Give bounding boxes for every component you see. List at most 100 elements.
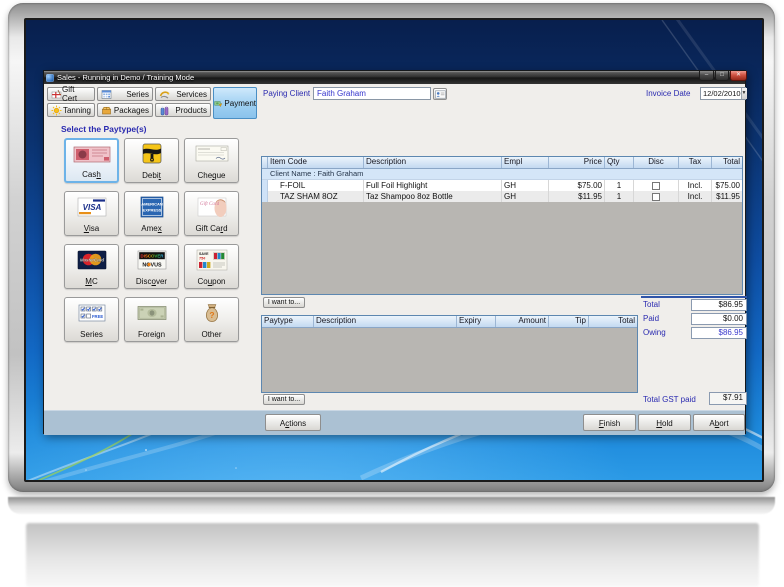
client-group-row: Client Name : Faith Graham bbox=[262, 169, 742, 180]
invoice-date-label: Invoice Date bbox=[646, 89, 691, 98]
toolbar-packages-button[interactable]: Packages bbox=[97, 103, 153, 117]
finish-button[interactable]: Finish bbox=[583, 414, 636, 431]
paytype-gift-card-label: Gift Card bbox=[195, 224, 228, 233]
discount-checkbox[interactable] bbox=[652, 192, 660, 201]
toolbar-gift-cert-label: Gift Cert bbox=[62, 85, 78, 103]
paytype-amex-label: Amex bbox=[141, 224, 162, 233]
paytype-foreign-button[interactable]: Foreign bbox=[124, 297, 179, 342]
items-header-total[interactable]: Total bbox=[712, 157, 742, 168]
tanning-sun-icon bbox=[51, 105, 62, 115]
paytype-cash-button[interactable]: Cash bbox=[64, 138, 119, 183]
app-icon bbox=[46, 73, 54, 82]
gift-card-icon: Gift Card bbox=[197, 197, 226, 217]
toolbar-services-label: Services bbox=[176, 89, 207, 99]
toolbar-services-button[interactable]: Services bbox=[155, 87, 211, 101]
svg-text:VISA: VISA bbox=[82, 203, 101, 212]
svg-text:SAVE: SAVE bbox=[199, 252, 209, 256]
paytype-debit-button[interactable]: Debit bbox=[124, 138, 179, 183]
series-checkboxes-icon: FREE bbox=[78, 304, 105, 322]
paytype-series-button[interactable]: FREE Series bbox=[64, 297, 119, 342]
products-bottles-icon bbox=[160, 105, 169, 115]
toolbar-payment-label: Payment bbox=[224, 98, 256, 108]
paytype-gift-card-button[interactable]: Gift Card Gift Card bbox=[184, 191, 239, 236]
items-header-qty[interactable]: Qty bbox=[605, 157, 634, 168]
amex-card-icon: AMERICAN EXPRESS bbox=[140, 196, 163, 218]
payments-header-expiry[interactable]: Expiry bbox=[457, 316, 496, 327]
items-header-disc[interactable]: Disc bbox=[634, 157, 679, 168]
paytype-cash-label: Cash bbox=[82, 170, 101, 179]
dropdown-arrow-icon[interactable]: ▼ bbox=[740, 88, 747, 99]
paytype-mc-button[interactable]: MasterCard MC bbox=[64, 244, 119, 289]
item-qty-cell: 1 bbox=[605, 180, 634, 191]
paytype-amex-button[interactable]: AMERICAN EXPRESS Amex bbox=[124, 191, 179, 236]
item-total-cell: $75.00 bbox=[715, 181, 740, 190]
window-titlebar: Sales - Running in Demo / Training Mode bbox=[44, 71, 745, 84]
payments-table-header: Paytype Description Expiry Amount Tip To… bbox=[262, 316, 637, 328]
payments-i-want-to-button[interactable]: I want to... bbox=[263, 394, 305, 405]
gift-cert-icon bbox=[51, 89, 62, 98]
close-button[interactable]: ✕ bbox=[730, 71, 747, 81]
monitor-reflection bbox=[26, 523, 759, 587]
item-row[interactable]: F-FOIL Full Foil Highlight GH $75.00 1 I… bbox=[262, 180, 742, 191]
items-header-description[interactable]: Description bbox=[364, 157, 502, 168]
items-i-want-to-button[interactable]: I want to... bbox=[263, 297, 305, 308]
invoice-date-value: 12/02/2010 bbox=[703, 89, 741, 98]
toolbar-tanning-button[interactable]: Tanning bbox=[47, 103, 95, 117]
item-tax-cell: Incl. bbox=[679, 191, 712, 202]
gst-label: Total GST paid bbox=[643, 395, 696, 404]
item-description-cell: Full Foil Highlight bbox=[364, 180, 502, 191]
items-header-price[interactable]: Price bbox=[549, 157, 605, 168]
payments-header-tip[interactable]: Tip bbox=[549, 316, 589, 327]
visa-card-icon: VISA bbox=[77, 197, 106, 217]
totals-separator bbox=[641, 296, 747, 298]
paytype-discover-button[interactable]: DISCOVER NOVUS Discover bbox=[124, 244, 179, 289]
paytype-cheque-button[interactable]: Cheque bbox=[184, 138, 239, 183]
svg-text:FREE: FREE bbox=[92, 314, 103, 319]
svg-text:DISCOVER: DISCOVER bbox=[140, 254, 164, 259]
payments-header-total[interactable]: Total bbox=[589, 316, 637, 327]
item-qty-cell: 1 bbox=[605, 191, 634, 202]
actions-button[interactable]: Actions bbox=[265, 414, 321, 431]
client-card-icon bbox=[434, 90, 446, 99]
item-row[interactable]: TAZ SHAM 8OZ Taz Shampoo 8oz Bottle GH $… bbox=[262, 191, 742, 202]
paytype-series-label: Series bbox=[80, 330, 103, 339]
paytype-grid: Cash Debit Cheque VISA Visa AMERICAN EXP… bbox=[64, 138, 239, 342]
toolbar-gift-cert-button[interactable]: Gift Cert bbox=[47, 85, 95, 103]
gst-value: $7.91 bbox=[709, 392, 747, 405]
paid-label: Paid bbox=[643, 314, 660, 323]
toolbar-products-label: Products bbox=[175, 105, 207, 115]
paytype-coupon-label: Coupon bbox=[197, 277, 226, 286]
services-icon bbox=[159, 90, 170, 98]
item-disc-cell bbox=[634, 180, 679, 191]
minimize-button[interactable]: – bbox=[699, 71, 714, 81]
payments-header-paytype[interactable]: Paytype bbox=[262, 316, 314, 327]
invoice-date-picker[interactable]: 12/02/2010 ▼ bbox=[700, 87, 747, 100]
paytype-cheque-label: Cheque bbox=[197, 171, 226, 180]
items-header-empl[interactable]: Empl bbox=[502, 157, 549, 168]
item-empl-cell: GH bbox=[502, 191, 549, 202]
svg-text:EXPRESS: EXPRESS bbox=[142, 208, 161, 213]
items-header-tax[interactable]: Tax bbox=[679, 157, 712, 168]
window-title: Sales - Running in Demo / Training Mode bbox=[57, 73, 195, 82]
toolbar-tanning-label: Tanning bbox=[62, 105, 91, 115]
hold-button[interactable]: Hold bbox=[638, 414, 691, 431]
discount-checkbox[interactable] bbox=[652, 181, 660, 190]
svg-text:MasterCard: MasterCard bbox=[79, 257, 103, 262]
foreign-currency-icon bbox=[137, 306, 166, 320]
payments-header-description[interactable]: Description bbox=[314, 316, 457, 327]
payments-header-amount[interactable]: Amount bbox=[496, 316, 549, 327]
paytype-visa-button[interactable]: VISA Visa bbox=[64, 191, 119, 236]
total-label: Total bbox=[643, 300, 660, 309]
items-header-item-code[interactable]: Item Code bbox=[268, 157, 364, 168]
maximize-button[interactable]: □ bbox=[715, 71, 729, 81]
abort-button[interactable]: Abort bbox=[693, 414, 745, 431]
paytype-coupon-button[interactable]: SAVE 75¢ Coupon bbox=[184, 244, 239, 289]
cash-banknote-icon bbox=[73, 146, 110, 163]
paying-client-input[interactable] bbox=[313, 87, 431, 100]
paytype-other-button[interactable]: ? Other bbox=[184, 297, 239, 342]
client-lookup-button[interactable] bbox=[433, 88, 447, 100]
toolbar-products-button[interactable]: Products bbox=[155, 103, 211, 117]
toolbar-series-button[interactable]: Series bbox=[97, 87, 153, 101]
toolbar-payment-button-active[interactable]: Payment bbox=[213, 87, 257, 119]
svg-text:AMERICAN: AMERICAN bbox=[141, 202, 163, 207]
